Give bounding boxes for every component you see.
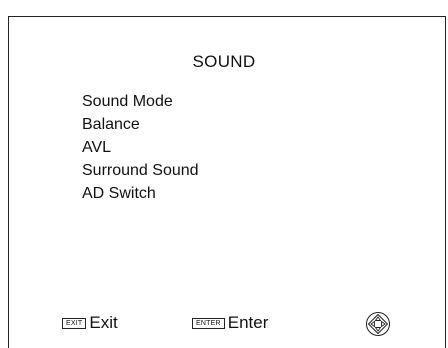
footer-key-hints: EXIT Exit ENTER Enter xyxy=(0,312,448,337)
menu-item-avl[interactable]: AVL xyxy=(82,136,199,159)
exit-key-label: Exit xyxy=(89,313,118,332)
menu-item-ad-switch[interactable]: AD Switch xyxy=(82,182,199,205)
menu-item-sound-mode[interactable]: Sound Mode xyxy=(82,90,199,113)
enter-key-icon: ENTER xyxy=(192,317,225,329)
enter-key-label: Enter xyxy=(227,313,269,332)
four-way-navigation-icon xyxy=(366,312,390,336)
menu-item-balance[interactable]: Balance xyxy=(82,113,199,136)
enter-key-hint[interactable]: ENTER Enter xyxy=(192,313,268,333)
menu-item-surround-sound[interactable]: Surround Sound xyxy=(82,159,199,182)
exit-key-icon: EXIT xyxy=(62,317,87,329)
exit-key-hint[interactable]: EXIT Exit xyxy=(62,313,118,333)
menu-title: SOUND xyxy=(192,52,256,71)
sound-menu-list: Sound Mode Balance AVL Surround Sound AD… xyxy=(82,90,199,205)
